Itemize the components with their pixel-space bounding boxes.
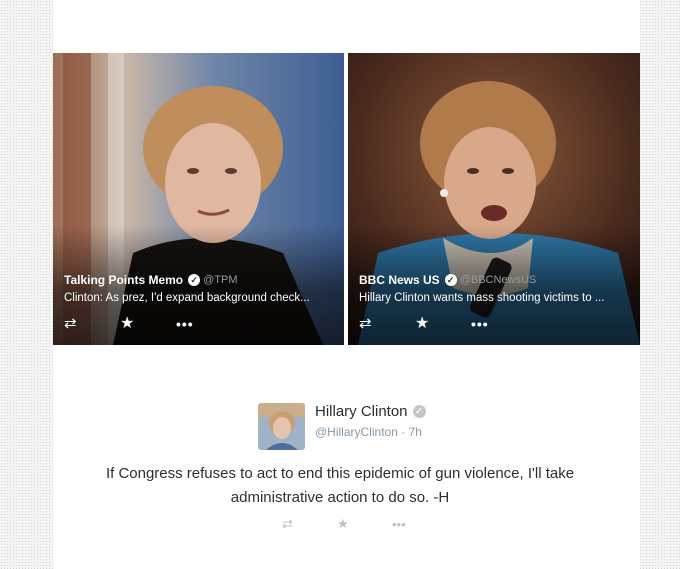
- tweet-time[interactable]: 7h: [409, 425, 422, 439]
- card-headline[interactable]: Hillary Clinton wants mass shooting vict…: [359, 292, 630, 304]
- card-actions: ⇄ ★ •••: [359, 315, 527, 333]
- card-caption: BBC News US ✓ @BBCNewsUS Hillary Clinton…: [359, 273, 630, 304]
- more-icon[interactable]: •••: [392, 517, 447, 532]
- retweet-icon[interactable]: ⇄: [64, 315, 120, 333]
- source-name[interactable]: BBC News US: [359, 273, 440, 287]
- avatar[interactable]: [258, 403, 305, 450]
- favorite-icon[interactable]: ★: [337, 516, 392, 532]
- avatar-image: [258, 403, 305, 450]
- retweet-icon[interactable]: ⇄: [282, 516, 337, 532]
- verified-icon: ✓: [188, 274, 201, 286]
- tweet-actions: ⇄ ★ •••: [282, 516, 447, 532]
- media-card-tpm[interactable]: Talking Points Memo ✓ @TPM Clinton: As p…: [53, 53, 344, 345]
- meta-separator: ·: [401, 425, 406, 439]
- tweet-text: If Congress refuses to act to end this e…: [105, 465, 575, 506]
- retweet-icon[interactable]: ⇄: [359, 315, 415, 333]
- verified-icon: ✓: [444, 274, 457, 286]
- card-headline[interactable]: Clinton: As prez, I'd expand background …: [64, 292, 334, 304]
- author-info: Hillary Clinton ✓ @HillaryClinton · 7h: [315, 403, 426, 450]
- author-meta: @HillaryClinton · 7h: [315, 425, 426, 439]
- source-handle[interactable]: @TPM: [203, 274, 237, 286]
- media-card-bbc[interactable]: BBC News US ✓ @BBCNewsUS Hillary Clinton…: [348, 53, 640, 345]
- verified-icon: ✓: [412, 405, 426, 418]
- card-caption: Talking Points Memo ✓ @TPM Clinton: As p…: [64, 273, 334, 304]
- more-icon[interactable]: •••: [471, 315, 527, 333]
- author-name[interactable]: Hillary Clinton: [315, 403, 408, 420]
- source-name[interactable]: Talking Points Memo: [64, 273, 183, 287]
- tweet-header: Hillary Clinton ✓ @HillaryClinton · 7h: [258, 403, 426, 450]
- favorite-icon[interactable]: ★: [415, 315, 471, 333]
- source-handle[interactable]: @BBCNewsUS: [460, 274, 537, 286]
- more-icon[interactable]: •••: [176, 315, 232, 333]
- favorite-icon[interactable]: ★: [120, 315, 176, 333]
- author-handle[interactable]: @HillaryClinton: [315, 425, 398, 439]
- card-actions: ⇄ ★ •••: [64, 315, 232, 333]
